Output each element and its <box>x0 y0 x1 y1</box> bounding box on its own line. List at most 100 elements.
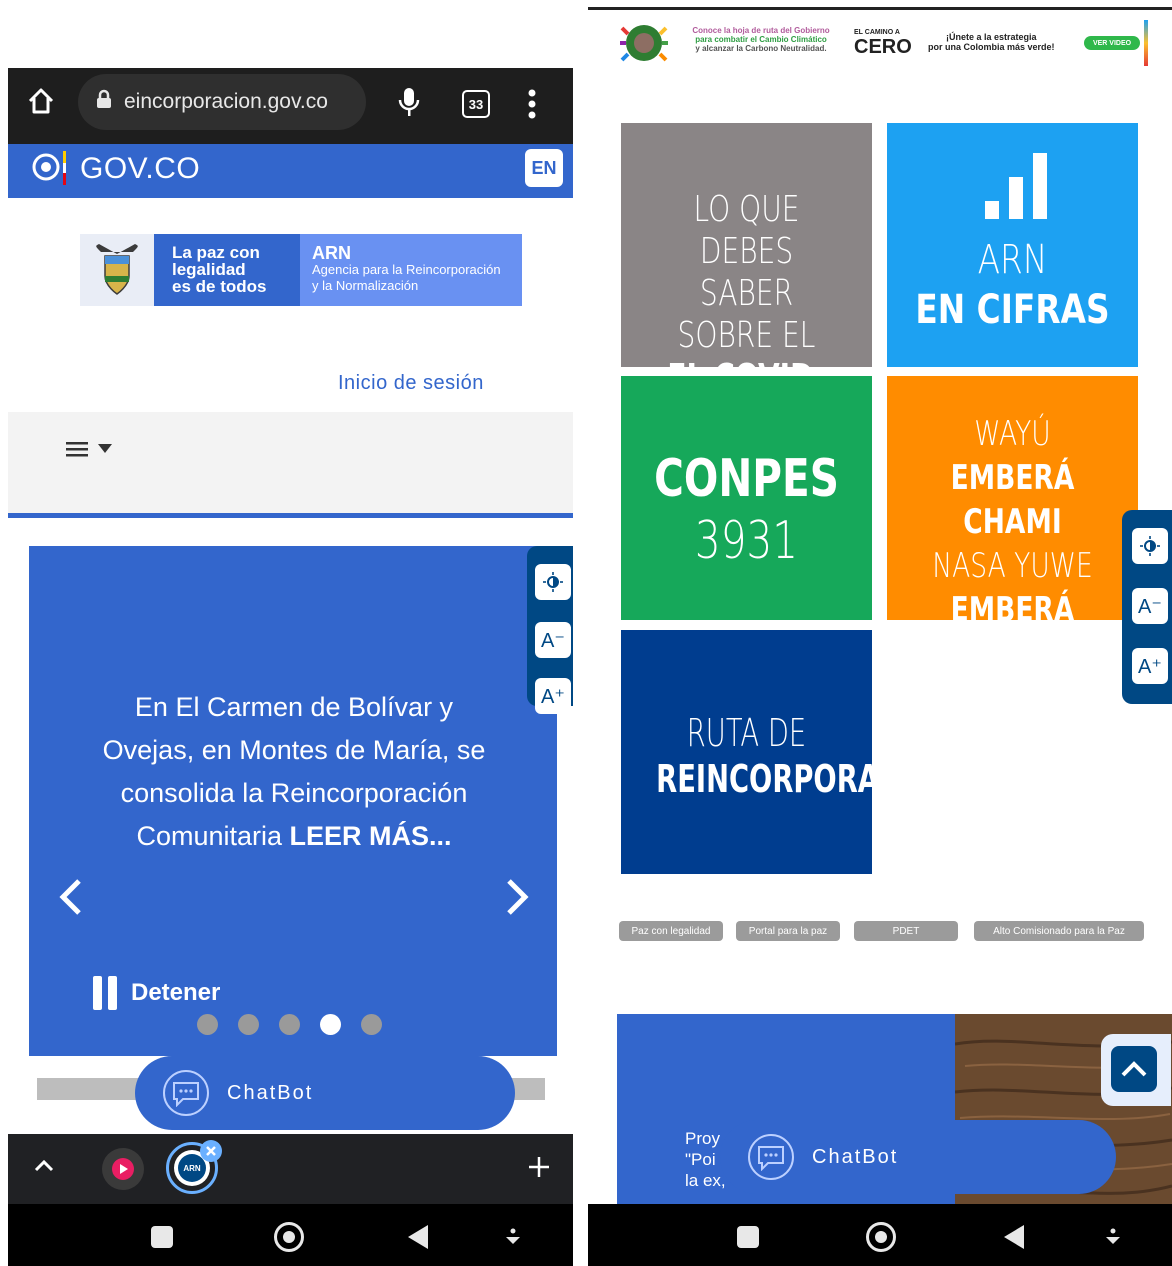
chevron-up-icon[interactable] <box>34 1158 54 1177</box>
contrast-toggle-icon[interactable] <box>1132 528 1168 564</box>
carousel-dot[interactable] <box>197 1014 218 1035</box>
ethnic-line-2: EMBERÁ CHAMI <box>950 458 1075 542</box>
hamburger-icon <box>66 442 88 457</box>
cero-text: CERO <box>854 36 912 58</box>
climate-logo-icon <box>618 20 670 68</box>
chat-bubble-icon <box>163 1070 209 1116</box>
carousel-dot-active[interactable] <box>320 1014 341 1035</box>
carousel-dots <box>197 1014 382 1035</box>
agency-line-1: Agencia para la Reincorporación <box>312 262 501 277</box>
screenshot-root: eincorporacion.gov.co 33 GOV.CO EN La pa… <box>0 0 1172 1266</box>
caret-down-icon <box>98 444 112 453</box>
carousel-dot[interactable] <box>238 1014 259 1035</box>
accessibility-toolbar: A⁻ A⁺ <box>527 546 573 714</box>
covid-line-2: SABER SOBRE EL <box>677 273 816 356</box>
tile-conpes[interactable]: CONPES 3931 <box>621 376 872 620</box>
link-portal-para-la-paz[interactable]: Portal para la paz <box>736 921 840 941</box>
decrease-font-button[interactable]: A⁻ <box>1132 588 1168 624</box>
scroll-to-top-button[interactable] <box>1101 1034 1171 1106</box>
tile-ethnic-languages[interactable]: WAYÚ EMBERÁ CHAMI NASA YUWE EMBERÁ KATÍO <box>887 376 1138 674</box>
join-line-1: ¡Únete a la estrategia <box>945 32 1037 42</box>
teaser-line-3: la ex, <box>685 1171 726 1190</box>
increase-font-button[interactable]: A⁺ <box>1132 648 1168 684</box>
arn-line-1: ARN <box>977 237 1048 283</box>
increase-font-button[interactable]: A⁺ <box>535 678 571 714</box>
promo-edge-decor <box>1144 20 1148 66</box>
tab-thumbnail-video[interactable] <box>102 1148 144 1190</box>
contrast-toggle-icon[interactable] <box>535 564 571 600</box>
conpes-line-2: 3931 <box>694 511 799 571</box>
slogan-line-1: La paz con <box>172 243 260 262</box>
caption-line-2: Ovejas, en Montes de María, se <box>102 735 486 765</box>
link-pdet[interactable]: PDET <box>854 921 958 941</box>
link-paz-con-legalidad[interactable]: Paz con legalidad <box>619 921 723 941</box>
watch-video-button[interactable]: VER VIDEO <box>1084 36 1140 50</box>
arn-agency-name: ARN Agencia para la Reincorporación y la… <box>300 234 522 306</box>
teaser-line-1: Proy <box>685 1129 720 1148</box>
home-icon[interactable] <box>26 86 56 121</box>
ruta-line-1: RUTA DE <box>686 711 807 755</box>
keyboard-hide-icon[interactable] <box>1104 1228 1122 1253</box>
tile-covid[interactable]: LO QUE DEBES SABER SOBRE EL EL COVID-19 <box>621 123 872 440</box>
new-tab-plus-icon[interactable] <box>528 1156 550 1183</box>
ruta-line-2: REINCORPORACIÓN <box>656 757 956 801</box>
arn-acronym: ARN <box>312 243 351 263</box>
join-strategy-text: ¡Únete a la estrategia por una Colombia … <box>928 32 1055 52</box>
pause-button[interactable]: Detener <box>93 976 220 1010</box>
decrease-font-button[interactable]: A⁻ <box>535 622 571 658</box>
coat-of-arms-icon <box>80 234 154 306</box>
chevron-up-icon <box>1111 1046 1157 1092</box>
prev-arrow-icon[interactable] <box>57 874 83 929</box>
news-carousel-slide[interactable]: En El Carmen de Bolívar y Ovejas, en Mon… <box>29 546 557 1056</box>
gov-co-header: GOV.CO EN <box>8 144 573 198</box>
chatbot-label: ChatBot <box>812 1145 899 1168</box>
hamburger-menu-button[interactable] <box>66 440 112 458</box>
recents-square-icon[interactable] <box>151 1226 173 1248</box>
tile-arn-figures[interactable]: ARN EN CIFRAS <box>887 123 1138 367</box>
android-nav-bar <box>588 1204 1172 1266</box>
carbon-neutral-promo-banner[interactable]: Conoce la hoja de ruta del Gobierno para… <box>618 18 1148 68</box>
language-button[interactable]: EN <box>525 149 563 187</box>
browser-toolbar: eincorporacion.gov.co 33 <box>8 68 573 144</box>
chatbot-button[interactable]: ChatBot <box>135 1056 515 1130</box>
carousel-dot[interactable] <box>361 1014 382 1035</box>
tile-reincorporation-route[interactable]: RUTA DE REINCORPORACIÓN <box>621 630 956 874</box>
right-phone-screen: Conoce la hoja de ruta del Gobierno para… <box>588 0 1172 1266</box>
promo-line-2: para combatir el Cambio Climático <box>695 35 827 44</box>
android-nav-bar <box>8 1204 573 1266</box>
chatbot-button[interactable]: ChatBot <box>720 1120 1116 1194</box>
conpes-tile-text: CONPES 3931 <box>649 448 845 572</box>
next-arrow-icon[interactable] <box>505 874 531 929</box>
back-triangle-icon[interactable] <box>408 1225 428 1249</box>
link-alto-comisionado[interactable]: Alto Comisionado para la Paz <box>974 921 1144 941</box>
video-app-icon <box>112 1158 134 1180</box>
caption-line-4-text: Comunitaria <box>136 821 283 851</box>
recents-square-icon[interactable] <box>737 1226 759 1248</box>
tab-switcher-button[interactable]: 33 <box>462 90 490 118</box>
keyboard-hide-icon[interactable] <box>504 1228 522 1253</box>
ethnic-line-3: NASA YUWE <box>932 546 1093 586</box>
url-text: eincorporacion.gov.co <box>124 90 328 113</box>
pause-label: Detener <box>131 979 221 1006</box>
arn-banner[interactable]: La paz con legalidad es de todos ARN Age… <box>80 234 522 306</box>
status-divider <box>588 7 1172 10</box>
pause-icon <box>93 976 117 1010</box>
carousel-dot[interactable] <box>279 1014 300 1035</box>
home-circle-icon[interactable] <box>866 1222 896 1252</box>
gov-co-brand[interactable]: GOV.CO <box>80 152 200 186</box>
microphone-icon[interactable] <box>398 86 420 125</box>
camino-a-cero-logo: EL CAMINO A CERO <box>854 28 912 57</box>
ethnic-tile-text: WAYÚ EMBERÁ CHAMI NASA YUWE EMBERÁ KATÍO <box>915 412 1111 676</box>
close-tab-icon[interactable] <box>200 1140 222 1162</box>
ruta-tile-text: RUTA DE REINCORPORACIÓN <box>656 710 956 802</box>
url-bar[interactable]: eincorporacion.gov.co <box>78 74 366 130</box>
back-triangle-icon[interactable] <box>1004 1225 1024 1249</box>
read-more-link[interactable]: LEER MÁS... <box>290 821 452 851</box>
home-circle-icon[interactable] <box>274 1222 304 1252</box>
login-link[interactable]: Inicio de sesión <box>338 372 484 395</box>
chat-bubble-icon <box>748 1134 794 1180</box>
slogan-line-2: legalidad <box>172 260 246 279</box>
overflow-menu-icon[interactable] <box>528 88 536 125</box>
caption-line-3: consolida la Reincorporación <box>120 778 468 808</box>
slide-caption: En El Carmen de Bolívar y Ovejas, en Mon… <box>69 686 519 858</box>
